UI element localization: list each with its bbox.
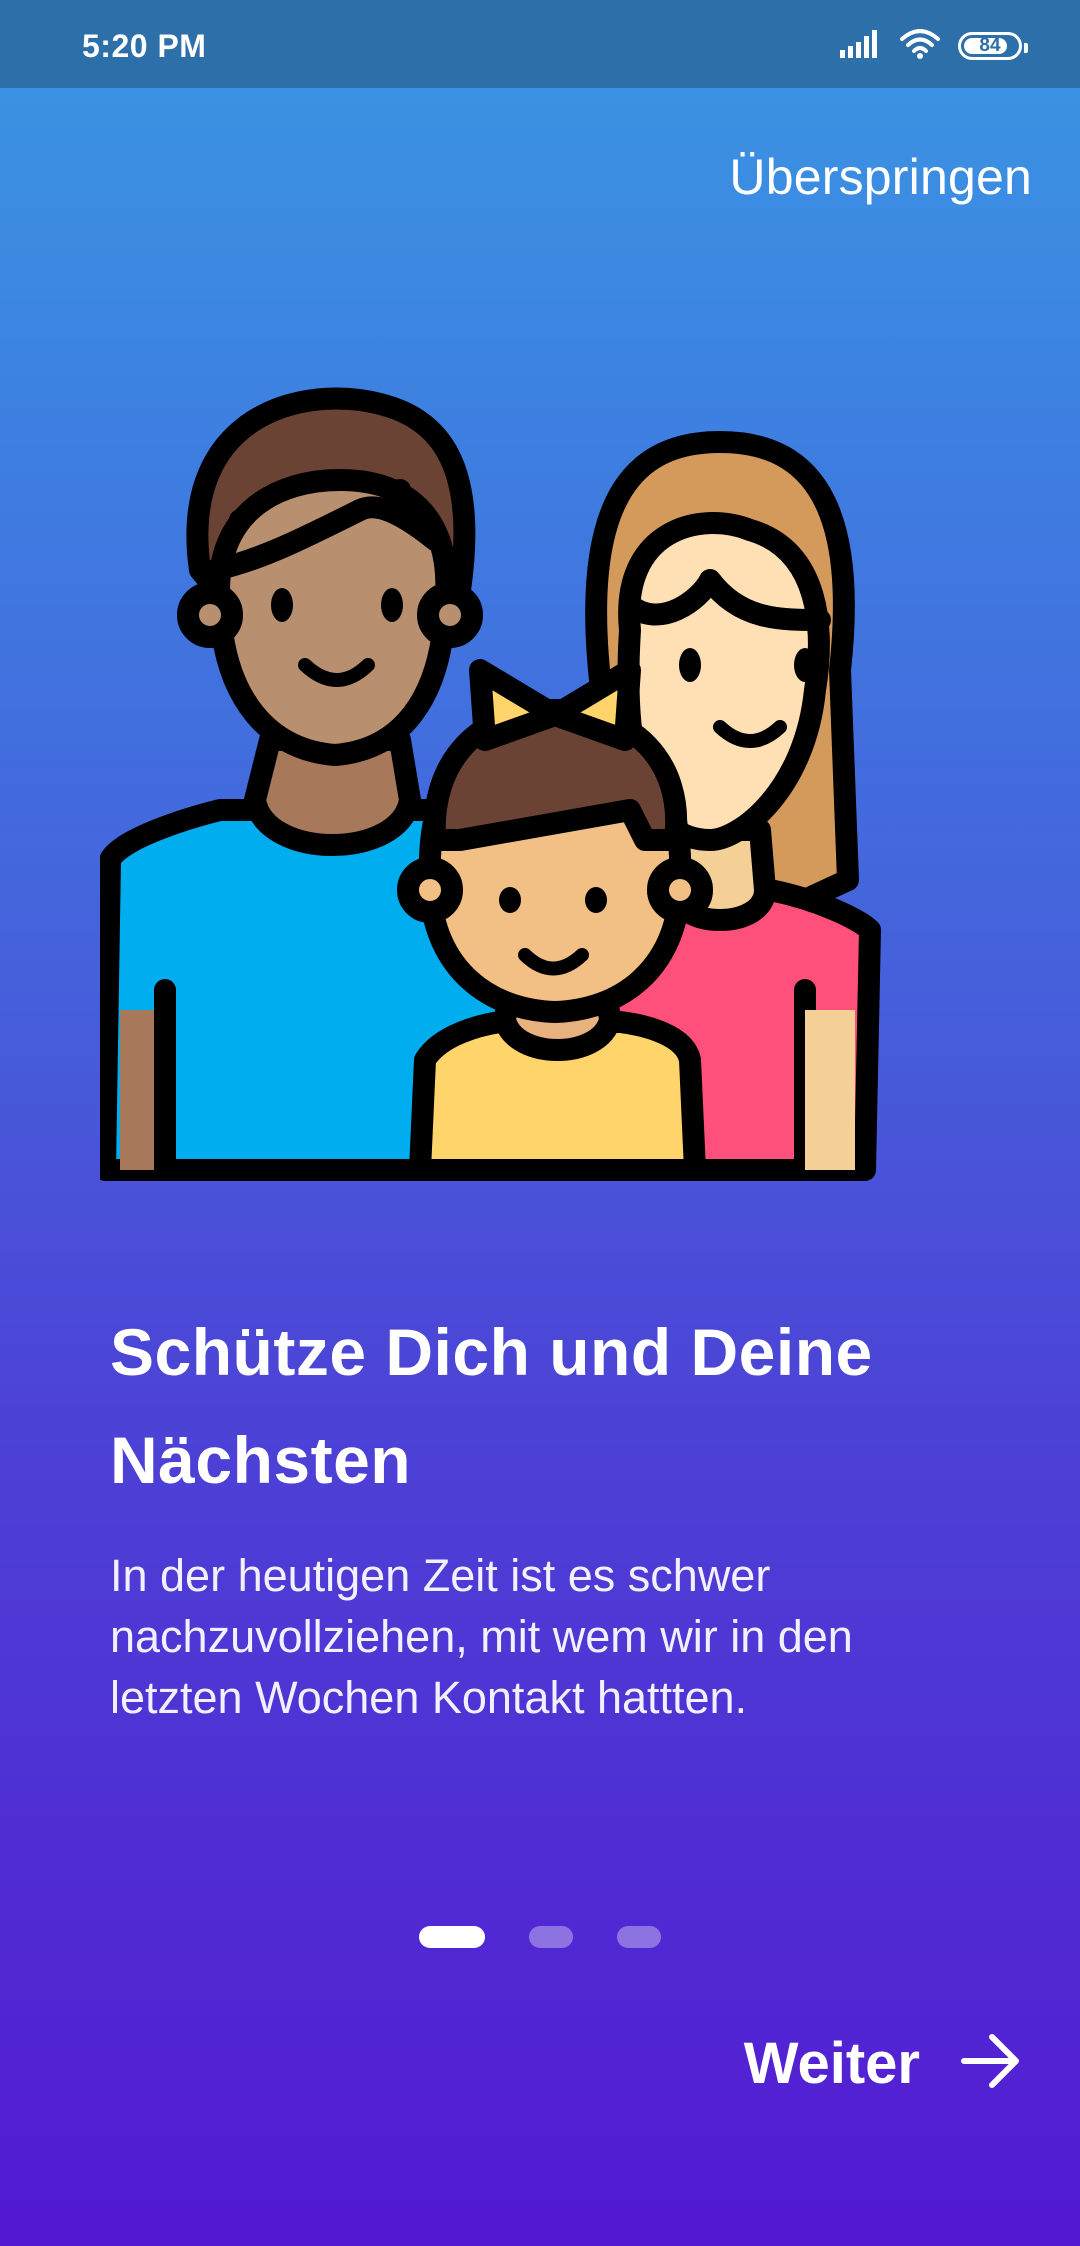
next-button[interactable]: Weiter	[744, 2030, 1022, 2097]
arrow-right-icon	[960, 2033, 1022, 2094]
skip-button[interactable]: Überspringen	[729, 148, 1032, 206]
page-dot-1	[419, 1926, 485, 1948]
battery-icon: 84	[958, 32, 1028, 60]
wifi-icon	[900, 28, 940, 64]
onboarding-description: In der heutigen Zeit ist es schwer nachz…	[110, 1550, 853, 1723]
battery-level: 84	[979, 35, 1001, 56]
status-bar: 5:20 PM 84	[0, 0, 1080, 88]
status-time: 5:20 PM	[82, 28, 207, 64]
onboarding-title: Schütze Dich und Deine Nächsten	[110, 1315, 873, 1497]
family-illustration	[94, 370, 980, 1190]
page-dot-2	[529, 1926, 573, 1948]
page-indicator	[0, 1926, 1080, 1948]
page-dot-3	[617, 1926, 661, 1948]
signal-icon	[840, 29, 882, 63]
next-button-label: Weiter	[743, 2031, 920, 2096]
status-icons: 84	[840, 26, 1028, 66]
